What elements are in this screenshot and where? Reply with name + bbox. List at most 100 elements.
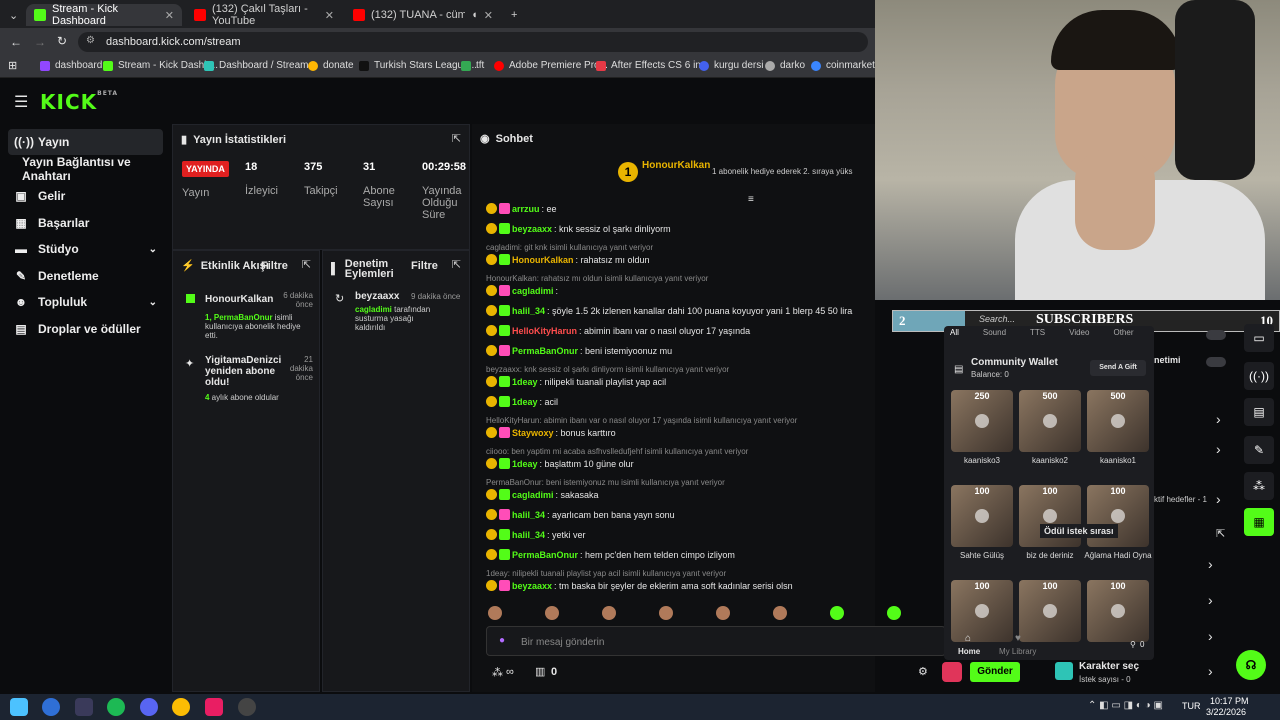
filter-button[interactable]: Filtre	[411, 260, 438, 272]
sidebar-item-topluluk[interactable]: ☻ Topluluk ⌄	[8, 289, 163, 315]
bookmark[interactable]: Turkish Stars League...	[359, 60, 477, 71]
sidebar-item-stream-key[interactable]: Yayın Bağlantısı ve Anahtarı	[16, 155, 171, 183]
toggle-switch[interactable]	[1206, 330, 1226, 340]
chevron-right-icon[interactable]: ›	[1208, 592, 1213, 608]
chat-username[interactable]: PermaBanOnur	[512, 550, 578, 560]
chat-username[interactable]: arrzuu	[512, 204, 540, 214]
play-icon[interactable]	[1111, 604, 1125, 618]
emote-icon[interactable]	[887, 606, 901, 620]
tray-icons[interactable]: ⌃ ◧ ▭ ◨ ◐ ◑ ▣	[1088, 700, 1163, 711]
close-icon[interactable]: ✕	[484, 9, 493, 22]
language-indicator[interactable]: TUR	[1182, 701, 1201, 711]
wrench-icon[interactable]: ✎	[1244, 436, 1274, 464]
chevron-right-icon[interactable]: ›	[1216, 411, 1221, 427]
popout-icon[interactable]: ⇱	[302, 258, 311, 271]
send-gift-button[interactable]: Send A Gift	[1090, 360, 1146, 376]
app-icon[interactable]	[205, 698, 223, 716]
chat-username[interactable]: halil_34	[512, 306, 545, 316]
home-label[interactable]: Home	[958, 647, 980, 656]
windows-start-icon[interactable]	[10, 698, 28, 716]
app-icon[interactable]	[75, 698, 93, 716]
toggle-switch[interactable]	[1206, 357, 1226, 367]
bookmark[interactable]: tft	[461, 60, 484, 71]
tab-youtube-2[interactable]: (132) TUANA - cümlelerim ◖ ✕	[345, 4, 501, 26]
tab-kick-dashboard[interactable]: Stream - Kick Dashboard ✕	[26, 3, 182, 27]
bookmark[interactable]: Adobe Premiere Pro...	[494, 60, 608, 71]
play-icon[interactable]	[975, 604, 989, 618]
broadcast-icon[interactable]: ((·))	[1244, 362, 1274, 390]
chat-username[interactable]: 1deay	[512, 397, 538, 407]
chat-username[interactable]: beyzaaxx	[512, 224, 552, 234]
clip-icon[interactable]: ▦	[1244, 508, 1274, 536]
settings-icon[interactable]: ⚙	[918, 665, 928, 678]
tab-list-button[interactable]: ⌄	[6, 4, 24, 26]
chrome-icon[interactable]	[172, 698, 190, 716]
home-icon[interactable]: ⌂	[965, 633, 971, 644]
app-icon[interactable]	[42, 698, 60, 716]
url-field[interactable]: ⚙ dashboard.kick.com/stream	[78, 32, 868, 52]
back-icon[interactable]: ←	[10, 35, 22, 49]
sidebar-item-studyo[interactable]: ▬ Stüdyo ⌄	[8, 236, 163, 262]
chat-username[interactable]: cagladimi	[512, 490, 554, 500]
play-icon[interactable]	[975, 509, 989, 523]
site-info-icon[interactable]: ⚙	[86, 35, 95, 46]
sidebar-item-droplar[interactable]: ▤ Droplar ve ödüller	[8, 316, 163, 342]
emote-picker-icon[interactable]	[942, 662, 962, 682]
emote-icon[interactable]	[545, 606, 559, 620]
bookmark[interactable]: coinmarket	[811, 60, 875, 71]
mic-icon[interactable]: ●	[499, 635, 505, 646]
reload-icon[interactable]: ↻	[57, 34, 67, 48]
play-icon[interactable]	[975, 414, 989, 428]
new-tab-button[interactable]: +	[503, 4, 523, 26]
heart-icon[interactable]: ♥	[1015, 633, 1021, 644]
chat-username[interactable]: PermaBanOnur	[512, 346, 578, 356]
bookmark[interactable]: donate	[308, 60, 354, 71]
send-button[interactable]: Gönder	[970, 662, 1020, 682]
chat-username[interactable]: 1deay	[512, 377, 538, 387]
filter-all[interactable]: All	[950, 328, 959, 337]
menu-icon[interactable]: ☰	[14, 92, 28, 112]
tab-youtube-1[interactable]: (132) Çakıl Taşları - YouTube ✕	[186, 3, 342, 27]
filter-button[interactable]: Filtre	[261, 260, 288, 272]
kick-logo[interactable]: KICKBETA	[40, 90, 118, 114]
chat-username[interactable]: halil_34	[512, 510, 545, 520]
library-label[interactable]: My Library	[999, 647, 1036, 656]
chat-input[interactable]: ● Bir mesaj gönderin	[486, 626, 946, 656]
popout-icon[interactable]: ⇱	[452, 132, 461, 145]
emote-icon[interactable]	[602, 606, 616, 620]
forward-icon[interactable]: →	[34, 35, 46, 49]
filter-tts[interactable]: TTS	[1030, 328, 1045, 337]
play-icon[interactable]	[1043, 509, 1057, 523]
bookmark[interactable]: darko	[765, 60, 805, 71]
chat-username[interactable]: cagladimi	[512, 286, 554, 296]
popout-icon[interactable]: ⇱	[452, 258, 461, 271]
play-icon[interactable]	[1111, 414, 1125, 428]
play-icon[interactable]	[1043, 414, 1057, 428]
store-icon[interactable]: ▥	[535, 665, 545, 678]
chevron-right-icon[interactable]: ›	[1216, 491, 1221, 507]
emote-icon[interactable]	[716, 606, 730, 620]
chat-bubble-icon[interactable]: ▭	[1244, 324, 1274, 352]
obs-icon[interactable]	[238, 698, 256, 716]
bookmark[interactable]: Dashboard / Stream...	[204, 60, 317, 71]
bookmark[interactable]: After Effects CS 6 in...	[596, 60, 709, 71]
chevron-right-icon[interactable]: ›	[1216, 441, 1221, 457]
sidebar-item-basarilar[interactable]: ▦ Başarılar	[8, 210, 163, 236]
printer-icon[interactable]: ▤	[1244, 398, 1274, 426]
points-icon[interactable]: ⁂	[492, 666, 503, 679]
emote-icon[interactable]	[659, 606, 673, 620]
spotify-icon[interactable]	[107, 698, 125, 716]
filter-video[interactable]: Video	[1069, 328, 1089, 337]
emote-icon[interactable]	[488, 606, 502, 620]
popout-icon[interactable]: ⇱	[1216, 527, 1225, 540]
emote-icon[interactable]	[773, 606, 787, 620]
discord-icon[interactable]	[140, 698, 158, 716]
sidebar-item-denetleme[interactable]: ✎ Denetleme	[8, 263, 163, 289]
bookmark[interactable]: dashboard	[40, 60, 102, 71]
bookmark[interactable]: Stream - Kick Dashb...	[103, 60, 218, 71]
clock-date[interactable]: 3/22/2026	[1206, 707, 1246, 717]
play-icon[interactable]	[1111, 509, 1125, 523]
play-icon[interactable]	[1043, 604, 1057, 618]
mute-icon[interactable]: ◖	[471, 9, 478, 21]
drops-icon[interactable]: ⁂	[1244, 472, 1274, 500]
